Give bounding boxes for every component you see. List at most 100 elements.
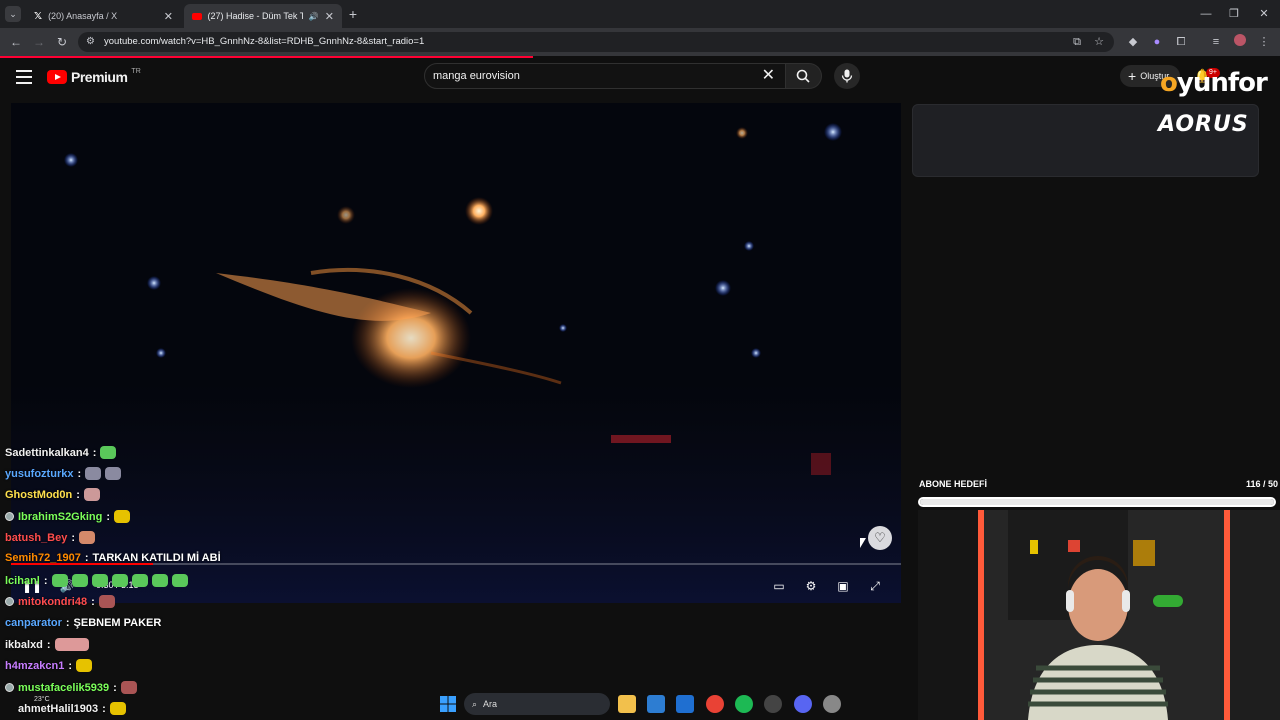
microphone-icon: [841, 69, 853, 83]
weather-temperature[interactable]: 23°C: [34, 696, 50, 703]
extensions-puzzle-icon[interactable]: ⧠: [1173, 34, 1189, 50]
app-icon[interactable]: [764, 695, 782, 713]
youtube-favicon-icon: [192, 12, 202, 20]
moderator-badge-icon: [5, 512, 14, 521]
chat-username: ahmetHalil1903: [18, 702, 99, 715]
heart-icon: ♡: [868, 526, 892, 550]
media-controls-icon[interactable]: ≡: [1208, 34, 1224, 50]
chat-username: mustafacelik5939: [18, 681, 110, 694]
face-emote-icon: [83, 488, 100, 501]
youtube-play-icon: [47, 70, 67, 84]
clear-search-icon[interactable]: ✕: [762, 67, 775, 85]
chat-message: Semih72_1907: TARKAN KATILDI Mİ ABİ: [5, 552, 221, 564]
face-emote-icon: [85, 467, 102, 480]
face-emote-icon: [120, 681, 137, 694]
guide-menu-icon[interactable]: [16, 70, 32, 84]
chat-text: ŞEBNEM PAKER: [73, 617, 162, 629]
frog-emote-icon: [111, 574, 128, 587]
video-player[interactable]: [11, 103, 901, 603]
sponsor-logo-text: yunfor: [1176, 68, 1268, 98]
hand-emote-icon: [79, 531, 96, 544]
chat-username: h4mzakcn1: [5, 659, 65, 672]
chat-message: mustafacelik5939:: [5, 681, 137, 694]
close-tab-icon[interactable]: ✕: [325, 10, 334, 23]
forward-button[interactable]: →: [31, 34, 47, 50]
subscriber-goal-fill: [920, 499, 1274, 505]
chat-message: canparator: ŞEBNEM PAKER: [5, 617, 162, 629]
chat-message: lcihanl:: [5, 574, 188, 587]
tab-youtube-video[interactable]: (27) Hadise - Düm Tek Tek 🔊 ✕: [184, 4, 342, 28]
smiley-emote-icon: [109, 702, 126, 715]
profile-avatar[interactable]: [1232, 34, 1248, 50]
restore-button[interactable]: ❐: [1222, 6, 1246, 22]
settings-gear-icon[interactable]: ⚙: [802, 578, 820, 594]
url-text[interactable]: youtube.com/watch?v=HB_GnnhNz-8&list=RDH…: [104, 36, 424, 47]
subscriber-goal-count: 116 / 50: [1246, 479, 1279, 489]
voice-search-button[interactable]: [834, 63, 860, 89]
frog-emote-icon: [51, 574, 68, 587]
search-box[interactable]: ✕: [424, 63, 786, 89]
address-bar[interactable]: ⚙ youtube.com/watch?v=HB_GnnhNz-8&list=R…: [78, 32, 1114, 52]
subscriber-goal-bar: [918, 497, 1276, 507]
frog-emote-icon: [171, 574, 188, 587]
close-tab-icon[interactable]: ✕: [164, 10, 173, 23]
chat-username: ikbalxd: [5, 638, 43, 651]
discord-icon[interactable]: [794, 695, 812, 713]
tab-search-button[interactable]: ⌄: [5, 6, 21, 22]
search-input[interactable]: [433, 69, 753, 83]
plus-icon: +: [1128, 68, 1137, 84]
chat-message: ahmetHalil1903:: [18, 702, 126, 715]
chat-message: Sadettinkalkan4:: [5, 446, 117, 459]
chat-username: Semih72_1907: [5, 552, 81, 564]
settings-gear-icon[interactable]: [823, 695, 841, 713]
back-button[interactable]: ←: [8, 34, 24, 50]
close-window-button[interactable]: ✕: [1252, 6, 1276, 22]
chat-message: h4mzakcn1:: [5, 659, 92, 672]
spotify-icon[interactable]: [735, 695, 753, 713]
moderator-badge-icon: [5, 683, 14, 692]
search-icon: [796, 69, 810, 83]
chat-username: GhostMod0n: [5, 488, 73, 501]
fullscreen-button[interactable]: ⤢: [866, 578, 884, 594]
browser-menu-icon[interactable]: ⋮: [1256, 34, 1272, 50]
frog-emote-icon: [151, 574, 168, 587]
mouse-cursor: [860, 538, 866, 548]
chat-message: yusufozturkx:: [5, 467, 122, 480]
tab-title: (20) Anasayfa / X: [48, 11, 118, 21]
frog-emote-icon: [100, 446, 117, 459]
webcam-image: [918, 510, 1280, 720]
chat-username: canparator: [5, 617, 62, 629]
bookmark-star-icon[interactable]: ☆: [1091, 34, 1107, 50]
chat-username: yusufozturkx: [5, 467, 74, 480]
x-logo-icon: 𝕏: [34, 10, 43, 22]
chat-message: mitokondri48:: [5, 595, 115, 608]
chat-username: IbrahimS2Gking: [18, 510, 103, 523]
site-info-icon[interactable]: ⚙: [86, 36, 98, 48]
frog-emote-icon: [131, 574, 148, 587]
install-app-icon[interactable]: ⧉: [1069, 34, 1085, 50]
tab-x-home[interactable]: 𝕏 (20) Anasayfa / X ✕: [26, 4, 181, 28]
subtitles-button[interactable]: ▭: [770, 578, 788, 594]
face-emote-icon: [105, 467, 122, 480]
reload-button[interactable]: ↻: [54, 34, 70, 50]
chrome-icon[interactable]: [706, 695, 724, 713]
extension-icon[interactable]: ◆: [1125, 34, 1141, 50]
chat-username: batush_Bey: [5, 531, 68, 544]
theater-mode-button[interactable]: ▣: [834, 578, 852, 594]
chat-message: batush_Bey:: [5, 531, 96, 544]
chat-username: lcihanl: [5, 574, 40, 587]
new-tab-button[interactable]: +: [345, 6, 361, 22]
mail-icon[interactable]: [676, 695, 694, 713]
taskbar-search[interactable]: ⌕ Ara: [464, 693, 610, 715]
search-button[interactable]: [786, 63, 822, 89]
chat-username: Sadettinkalkan4: [5, 446, 89, 459]
search-icon: ⌕: [472, 698, 478, 709]
logo-text: Premium: [71, 69, 128, 85]
store-icon[interactable]: [647, 695, 665, 713]
windows-start-icon[interactable]: [440, 696, 456, 712]
youtube-logo[interactable]: Premium TR: [47, 68, 141, 85]
extension-icon[interactable]: ●: [1149, 34, 1165, 50]
file-explorer-icon[interactable]: [618, 695, 636, 713]
speaker-icon[interactable]: 🔊: [309, 12, 319, 21]
minimize-button[interactable]: —: [1194, 6, 1218, 22]
